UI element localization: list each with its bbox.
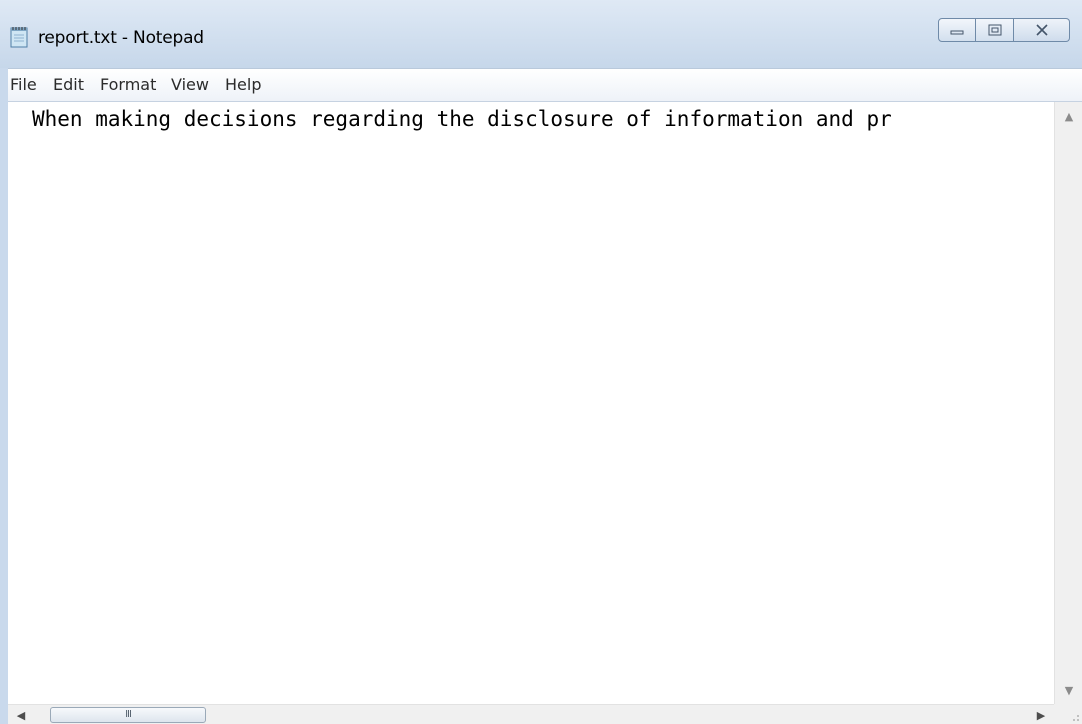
maximize-button[interactable]: [976, 18, 1014, 42]
window-title: report.txt - Notepad: [38, 28, 204, 48]
close-icon: [1035, 21, 1049, 40]
maximize-icon: [988, 21, 1002, 40]
title-bar[interactable]: report.txt - Notepad: [0, 0, 1082, 68]
notepad-window: report.txt - Notepad File Edit Format Vi…: [0, 0, 1082, 724]
close-button[interactable]: [1014, 18, 1070, 42]
menu-bar: File Edit Format View Help: [8, 68, 1082, 102]
caption-buttons: [938, 18, 1070, 42]
vertical-scrollbar[interactable]: ▲ ▼: [1054, 102, 1082, 704]
minimize-button[interactable]: [938, 18, 976, 42]
resize-grip-icon: [1073, 715, 1079, 721]
minimize-icon: [950, 21, 964, 40]
menu-view[interactable]: View: [171, 75, 209, 94]
horizontal-scrollbar[interactable]: ◀ III ▶: [8, 704, 1054, 724]
scroll-left-icon[interactable]: ◀: [12, 706, 30, 724]
text-editor[interactable]: When making decisions regarding the disc…: [8, 102, 1054, 704]
menu-format[interactable]: Format: [100, 75, 156, 94]
editor-content[interactable]: When making decisions regarding the disc…: [32, 105, 1054, 133]
menu-edit[interactable]: Edit: [53, 75, 84, 94]
horizontal-scroll-thumb[interactable]: III: [50, 707, 206, 723]
menu-file[interactable]: File: [10, 75, 37, 94]
scroll-down-icon[interactable]: ▼: [1061, 682, 1077, 698]
scroll-grip-icon: III: [125, 709, 132, 720]
notepad-icon[interactable]: [10, 26, 28, 48]
resize-grip[interactable]: [1054, 704, 1082, 724]
scroll-up-icon[interactable]: ▲: [1061, 108, 1077, 124]
scroll-right-icon[interactable]: ▶: [1032, 706, 1050, 724]
menu-help[interactable]: Help: [225, 75, 261, 94]
